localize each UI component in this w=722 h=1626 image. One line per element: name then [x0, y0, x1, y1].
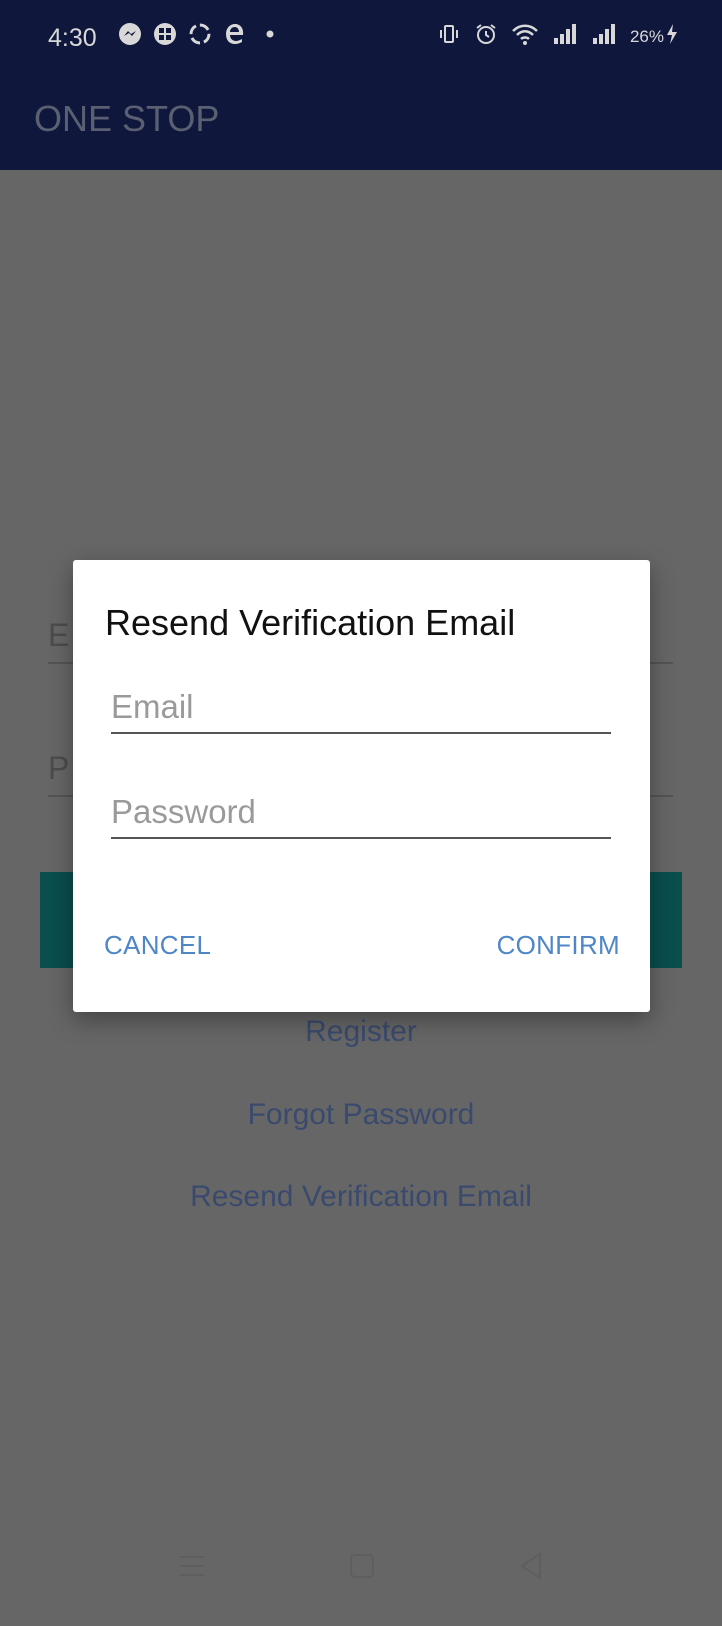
email-field-container: [111, 672, 611, 734]
navigation-bar: [0, 1546, 722, 1626]
notification-icons: [118, 22, 282, 46]
dot-icon: [258, 22, 282, 46]
back-icon[interactable]: [512, 1546, 552, 1586]
signal-icon: [552, 22, 578, 51]
register-link: Register: [305, 1015, 417, 1048]
background-password-hint: P: [48, 750, 70, 786]
status-time: 4:30: [48, 24, 97, 52]
status-bar: 4:30 26%: [0, 0, 722, 84]
password-input[interactable]: [111, 793, 611, 831]
email-input[interactable]: [111, 688, 611, 726]
messenger-icon: [118, 22, 142, 46]
system-status-icons: 26%: [437, 22, 678, 51]
app-title: ONE STOP: [34, 98, 220, 139]
dialog-title: Resend Verification Email: [105, 602, 516, 643]
menu-icon[interactable]: [172, 1546, 212, 1586]
battery-level: 26%: [629, 26, 664, 46]
background-email-hint: E: [48, 617, 70, 653]
confirm-button[interactable]: CONFIRM: [497, 930, 620, 961]
forgot-password-link: Forgot Password: [247, 1098, 475, 1131]
password-field-container: [111, 777, 611, 839]
wifi-icon: [511, 22, 539, 51]
alarm-icon: [474, 22, 498, 51]
cancel-button[interactable]: CANCEL: [104, 930, 211, 961]
signal-icon: [591, 22, 617, 51]
home-icon[interactable]: [342, 1546, 382, 1586]
edge-app-icon: [223, 22, 247, 46]
vibrate-icon: [437, 22, 461, 51]
app-bar: ONE STOP: [0, 84, 722, 170]
grid-app-icon: [153, 22, 177, 46]
resend-verification-link: Resend Verification Email: [190, 1180, 532, 1213]
battery-indicator: 26%: [630, 24, 678, 49]
charging-icon: [666, 24, 678, 49]
sync-app-icon: [188, 22, 212, 46]
resend-verification-dialog: Resend Verification Email CANCEL CONFIRM: [73, 560, 650, 1012]
